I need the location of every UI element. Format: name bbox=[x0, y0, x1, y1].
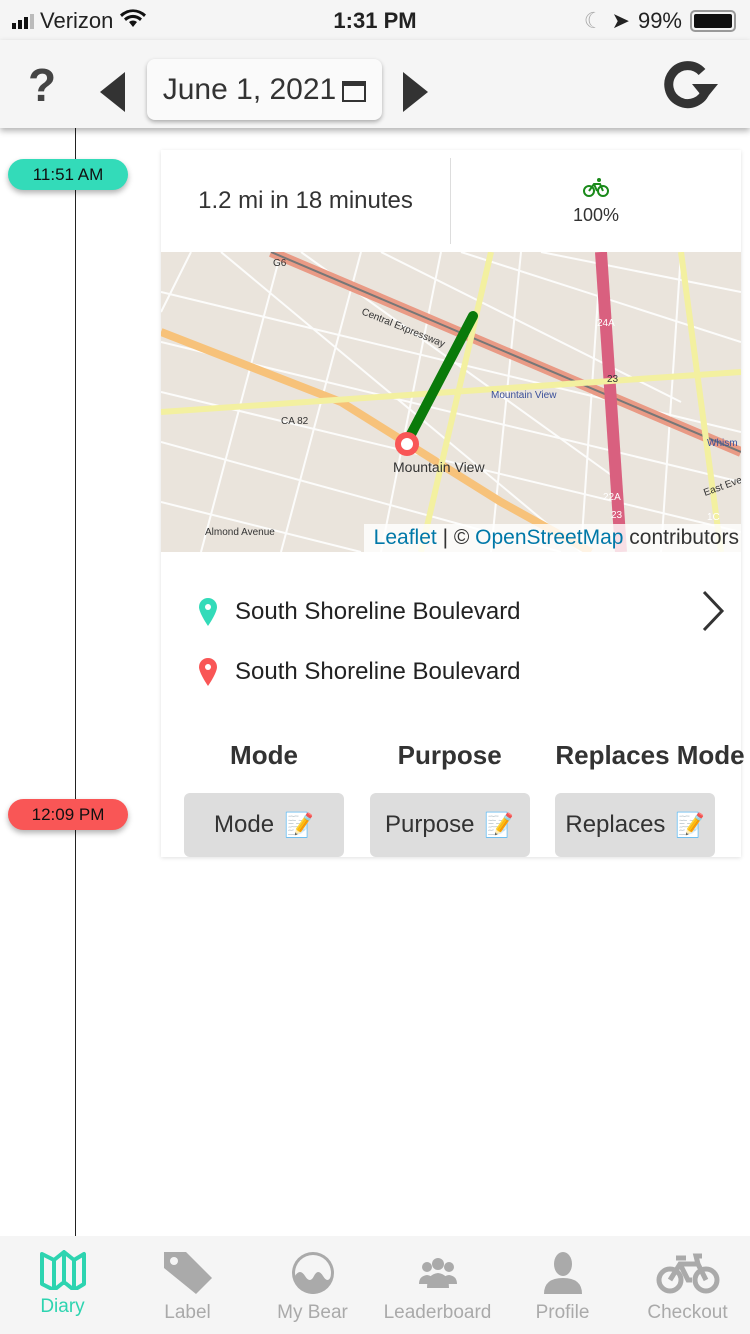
svg-text:CA 82: CA 82 bbox=[281, 416, 309, 427]
tab-profile[interactable]: Profile bbox=[500, 1236, 625, 1334]
mode-button[interactable]: Mode 📝 bbox=[184, 793, 344, 857]
chevron-right-icon[interactable] bbox=[701, 590, 725, 632]
person-icon bbox=[543, 1252, 582, 1294]
svg-text:24A: 24A bbox=[597, 318, 615, 329]
battery-icon bbox=[690, 10, 736, 32]
replaces-button[interactable]: Replaces 📝 bbox=[555, 793, 716, 857]
refresh-icon[interactable] bbox=[662, 60, 718, 110]
end-place: South Shoreline Boulevard bbox=[161, 642, 741, 702]
tab-diary[interactable]: Diary bbox=[0, 1236, 125, 1334]
map-tiles: G6 Central Expressway CA 82 Mountain Vie… bbox=[161, 252, 741, 552]
tab-leaderboard[interactable]: Leaderboard bbox=[375, 1236, 500, 1334]
location-icon: ➤ bbox=[611, 8, 630, 33]
group-icon bbox=[418, 1258, 457, 1288]
tab-label[interactable]: Label bbox=[125, 1236, 250, 1334]
status-bar: Verizon︎ 1:31 PM ☾➤99% bbox=[0, 0, 750, 40]
attribution-suffix: contributors bbox=[623, 526, 739, 549]
svg-text:1C: 1C bbox=[707, 512, 720, 523]
moon-icon: ☾ bbox=[583, 8, 604, 33]
bear-icon bbox=[291, 1252, 334, 1294]
previous-day-button[interactable] bbox=[100, 72, 125, 112]
trip-distance-duration: 1.2 mi in 18 minutes bbox=[161, 158, 451, 244]
end-place-name: South Shoreline Boulevard bbox=[235, 658, 521, 685]
attribution-separator: | © bbox=[436, 526, 476, 549]
memo-icon: 📝 bbox=[284, 811, 314, 839]
svg-text:Almond Avenue: Almond Avenue bbox=[205, 527, 275, 538]
trip-map[interactable]: G6 Central Expressway CA 82 Mountain Vie… bbox=[161, 252, 741, 552]
route-end-marker bbox=[395, 432, 419, 456]
tab-label-text: Checkout bbox=[647, 1302, 728, 1323]
timeline-line bbox=[75, 128, 76, 1236]
tab-label-text: Label bbox=[164, 1302, 211, 1323]
bicycle-icon bbox=[656, 1253, 719, 1294]
end-pin-icon bbox=[199, 658, 217, 686]
map-icon bbox=[39, 1250, 86, 1290]
date-label: June 1, 2021 bbox=[162, 72, 337, 106]
mode-percent: 100% bbox=[572, 204, 620, 225]
tab-label-text: Profile bbox=[535, 1302, 590, 1323]
tab-label-text: Leaderboard bbox=[383, 1302, 492, 1323]
start-time-badge: 11:51 AM bbox=[8, 159, 128, 190]
start-place-name: South Shoreline Boulevard bbox=[235, 598, 521, 625]
map-attribution: Leaflet | © OpenStreetMap contributors bbox=[363, 524, 741, 552]
svg-text:23: 23 bbox=[611, 510, 623, 521]
leaflet-link[interactable]: Leaflet bbox=[374, 526, 437, 549]
svg-text:Whism: Whism bbox=[707, 438, 738, 449]
tab-label-text: My Bear bbox=[277, 1302, 348, 1323]
replaces-button-label: Replaces bbox=[565, 811, 666, 838]
mode-header: Mode bbox=[230, 740, 298, 770]
tag-icon bbox=[163, 1252, 212, 1294]
trip-card[interactable]: 1.2 mi in 18 minutes 100% G6 Central Exp… bbox=[161, 150, 745, 857]
svg-text:G6: G6 bbox=[273, 258, 287, 269]
start-place: South Shoreline Boulevard bbox=[161, 582, 741, 642]
end-time-badge: 12:09 PM bbox=[8, 799, 128, 830]
purpose-header: Purpose bbox=[397, 740, 502, 770]
start-pin-icon bbox=[199, 598, 217, 626]
purpose-button[interactable]: Purpose 📝 bbox=[369, 793, 530, 857]
svg-text:22A: 22A bbox=[603, 492, 621, 503]
tab-my-bear[interactable]: My Bear bbox=[250, 1236, 375, 1334]
purpose-button-label: Purpose bbox=[385, 811, 475, 838]
battery-percent: 99% bbox=[637, 8, 682, 33]
replaces-header: Replaces Mode bbox=[555, 740, 745, 770]
tab-checkout[interactable]: Checkout bbox=[625, 1236, 750, 1334]
tab-bar: Diary Label My Bear Leaderboard Profile … bbox=[0, 1236, 750, 1334]
osm-link[interactable]: OpenStreetMap bbox=[475, 526, 623, 549]
calendar-icon bbox=[342, 80, 367, 102]
memo-icon: 📝 bbox=[675, 811, 706, 839]
help-button[interactable]: ? bbox=[28, 58, 56, 112]
svg-text:23: 23 bbox=[607, 374, 619, 385]
svg-text:Mountain View: Mountain View bbox=[393, 459, 485, 475]
bicycle-icon bbox=[583, 177, 609, 197]
tab-label: Diary bbox=[40, 1296, 85, 1317]
header: ? June 1, 2021 bbox=[0, 40, 750, 128]
next-day-button[interactable] bbox=[403, 72, 428, 112]
mode-button-label: Mode bbox=[214, 811, 275, 838]
svg-text:Mountain View: Mountain View bbox=[491, 390, 557, 401]
memo-icon: 📝 bbox=[484, 811, 515, 839]
date-picker-button[interactable]: June 1, 2021 bbox=[147, 59, 382, 120]
